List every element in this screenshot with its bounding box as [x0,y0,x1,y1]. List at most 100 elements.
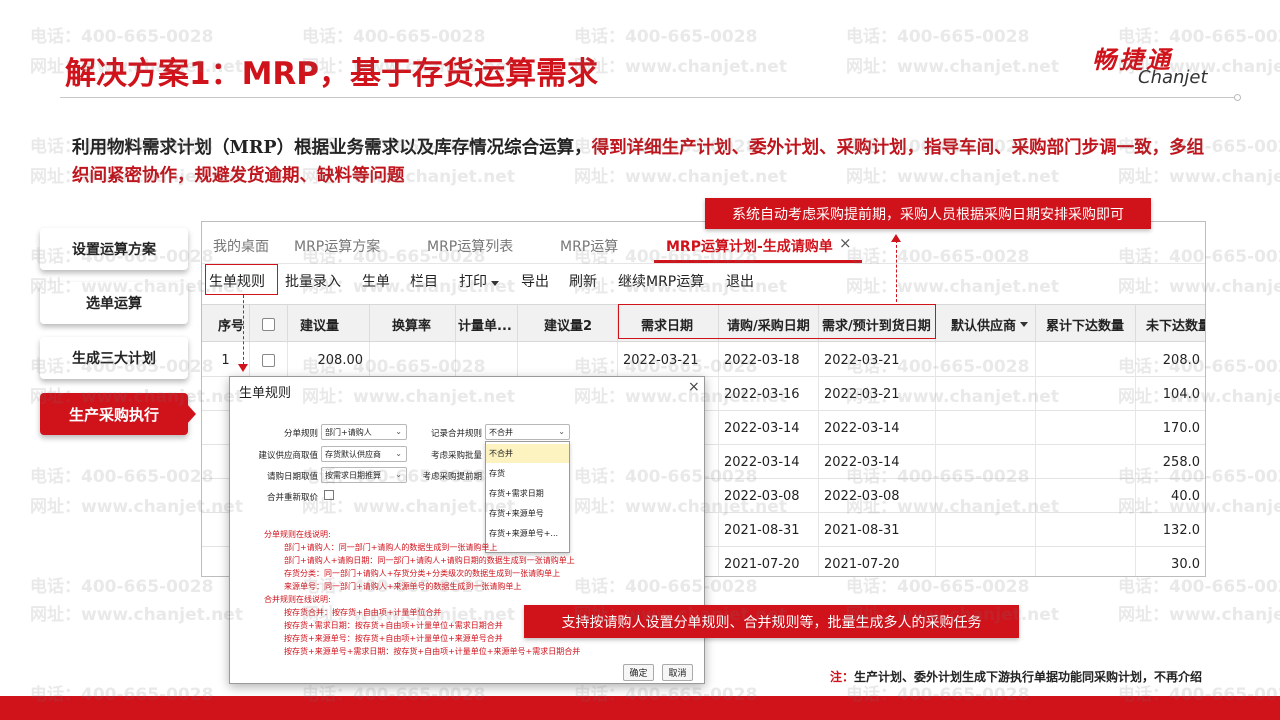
dropdown-option[interactable]: 存货+需求日期 [486,484,569,503]
toolbar-refresh-button[interactable]: 刷新 [569,271,597,291]
watermark-text: 网址：www.chanjet.net [846,57,1059,77]
cell-remaining-qty: 104.0 [1136,377,1205,411]
note-line: 按存货+来源单号：按存货+自由项+计量单位+来源单号合并 [284,634,503,643]
toolbar-continue-mrp-button[interactable]: 继续MRP运算 [618,271,704,291]
callout-lead-time: 系统自动考虑采购提前期，采购人员根据采购日期安排采购即可 [705,198,1151,229]
dialog-title: 生单规则 [239,386,292,401]
callout-split-rules: 支持按请购人设置分单规则、合并规则等，批量生成多人的采购任务 [524,605,1019,638]
split-rule-value: 部门+请购人 [325,427,372,437]
toolbar-print-label: 打印 [459,274,487,290]
cell-purchase-date: 2022-03-16 [719,377,819,411]
toolbar-batch-entry-button[interactable]: 批量录入 [285,271,341,291]
description: 利用物料需求计划（MRP）根据业务需求以及库存情况综合运算，得到详细生产计划、委… [72,134,1212,190]
note-line: 部门+请购人：同一部门+请购人的数据生成到一张请购单上 [284,543,498,552]
sort-dropdown-icon[interactable] [1020,321,1029,327]
select-all-checkbox[interactable] [262,317,275,331]
col-remaining-qty: 未下达数量 [1146,318,1206,334]
cell-arrival-date: 2022-03-08 [819,479,936,513]
split-rule-select[interactable]: 部门+请购人 ⌄ [321,424,407,440]
cell-default-supplier [936,411,1036,445]
note-split-heading: 分单规则在线说明: [264,530,331,539]
col-default-supplier[interactable]: 默认供应商 [936,305,1036,343]
cell-issued-qty [1036,513,1136,547]
step-execute[interactable]: 生产采购执行 [40,393,188,435]
cell-select[interactable] [250,343,288,377]
date-select[interactable]: 按需求日期推算 ⌄ [321,467,407,483]
cell-purchase-date: 2022-03-14 [719,411,819,445]
cell-arrival-date: 2022-03-14 [819,411,936,445]
watermark-text: 网址：www.chanjet.net [1118,605,1280,625]
reprice-checkbox[interactable] [324,490,334,500]
col-unit: 计量单... [456,305,518,343]
cell-issued-qty [1036,343,1136,377]
cell-issued-qty [1036,377,1136,411]
split-rule-highlight-box [205,264,278,295]
tab-mrp-list[interactable]: MRP运算列表 [427,236,513,256]
cancel-button[interactable]: 取消 [662,664,693,681]
active-step-pointer [186,403,196,425]
merge-rule-label: 记录合并规则 [430,429,482,439]
merge-rule-value: 不合并 [489,427,513,437]
tab-mrp-generate-requisition[interactable]: MRP运算计划-生成请购单 [666,236,833,256]
merge-rule-dropdown: 不合并 存货 存货+需求日期 存货+来源单号 存货+来源单号+... [485,441,570,553]
watermark-text: 电话：400-665-0028 [30,27,214,47]
toolbar-columns-button[interactable]: 栏目 [410,271,438,291]
cell-suggested-qty: 208.00 [288,343,370,377]
supplier-value: 存货默认供应商 [325,449,381,459]
cell-arrival-date: 2022-03-14 [819,445,936,479]
cell-arrival-date: 2021-07-20 [819,547,936,576]
cell-demand-date: 2022-03-21 [618,343,719,377]
cell-default-supplier [936,445,1036,479]
dropdown-option[interactable]: 存货 [486,464,569,483]
cell-default-supplier [936,479,1036,513]
cell-suggested-qty2 [518,343,618,377]
cell-remaining-qty: 208.0 [1136,343,1205,377]
cell-remaining-qty: 258.0 [1136,445,1205,479]
col-suggested-qty: 建议量 [288,305,370,343]
callout-arrow-icon [891,234,901,242]
merge-rule-select[interactable]: 不合并 ⌄ [485,424,570,440]
step-setup-plan[interactable]: 设置运算方案 [40,228,188,270]
tab-mrp-plan[interactable]: MRP运算方案 [294,236,380,256]
cell-remaining-qty: 132.0 [1136,513,1205,547]
cell-purchase-date: 2022-03-18 [719,343,819,377]
cell-remaining-qty: 40.0 [1136,479,1205,513]
dropdown-option[interactable]: 不合并 [486,444,569,463]
toolbar-generate-button[interactable]: 生单 [362,271,390,291]
toolbar-print-button[interactable]: 打印 [459,271,499,291]
title-divider-dot [1234,94,1241,101]
row-checkbox[interactable] [262,353,275,367]
split-rule-label: 分单规则 [283,429,318,439]
cell-default-supplier [936,547,1036,576]
cell-remaining-qty: 30.0 [1136,547,1205,576]
close-tab-icon[interactable]: × [839,234,852,252]
footnote: 注：生产计划、委外计划生成下游执行单据功能同采购计划，不再介绍 [830,668,1202,685]
dropdown-option[interactable]: 存货+来源单号 [486,504,569,523]
tab-desktop[interactable]: 我的桌面 [213,236,269,256]
dropdown-option[interactable]: 存货+来源单号+... [486,524,569,543]
cell-issued-qty [1036,445,1136,479]
toolbar-export-button[interactable]: 导出 [521,271,549,291]
supplier-select[interactable]: 存货默认供应商 ⌄ [321,446,407,462]
cell-purchase-date: 2022-03-14 [719,445,819,479]
table-row[interactable]: 1 208.00 2022-03-21 2022-03-18 2022-03-21 208… [202,343,1205,377]
bottom-bar [0,696,1280,720]
col-issued-qty: 累计下达数量 [1036,305,1136,343]
col-suggested-qty2: 建议量2 [518,305,618,343]
cell-unit [456,343,518,377]
col-select-all[interactable] [250,305,288,343]
cell-issued-qty [1036,547,1136,576]
step-generate-plans[interactable]: 生成三大计划 [40,337,188,379]
toolbar-exit-button[interactable]: 退出 [726,271,754,291]
active-tab-indicator [654,260,862,263]
close-icon[interactable]: × [688,379,700,395]
watermark-text: 网址：www.chanjet.net [574,57,787,77]
chevron-down-icon: ⌄ [395,470,402,479]
note-line: 按存货+来源单号+需求日期：按存货+自由项+计量单位+来源单号+需求日期合并 [284,647,581,656]
callout-connector [896,240,897,302]
slide: 解决方案1：MRP，基于存货运算需求 畅捷通 Chanjet 利用物料需求计划（… [0,0,1280,720]
tab-mrp-run[interactable]: MRP运算 [560,236,618,256]
ok-button[interactable]: 确定 [623,664,654,681]
cell-default-supplier [936,513,1036,547]
step-select-run[interactable]: 选单运算 [40,282,188,324]
